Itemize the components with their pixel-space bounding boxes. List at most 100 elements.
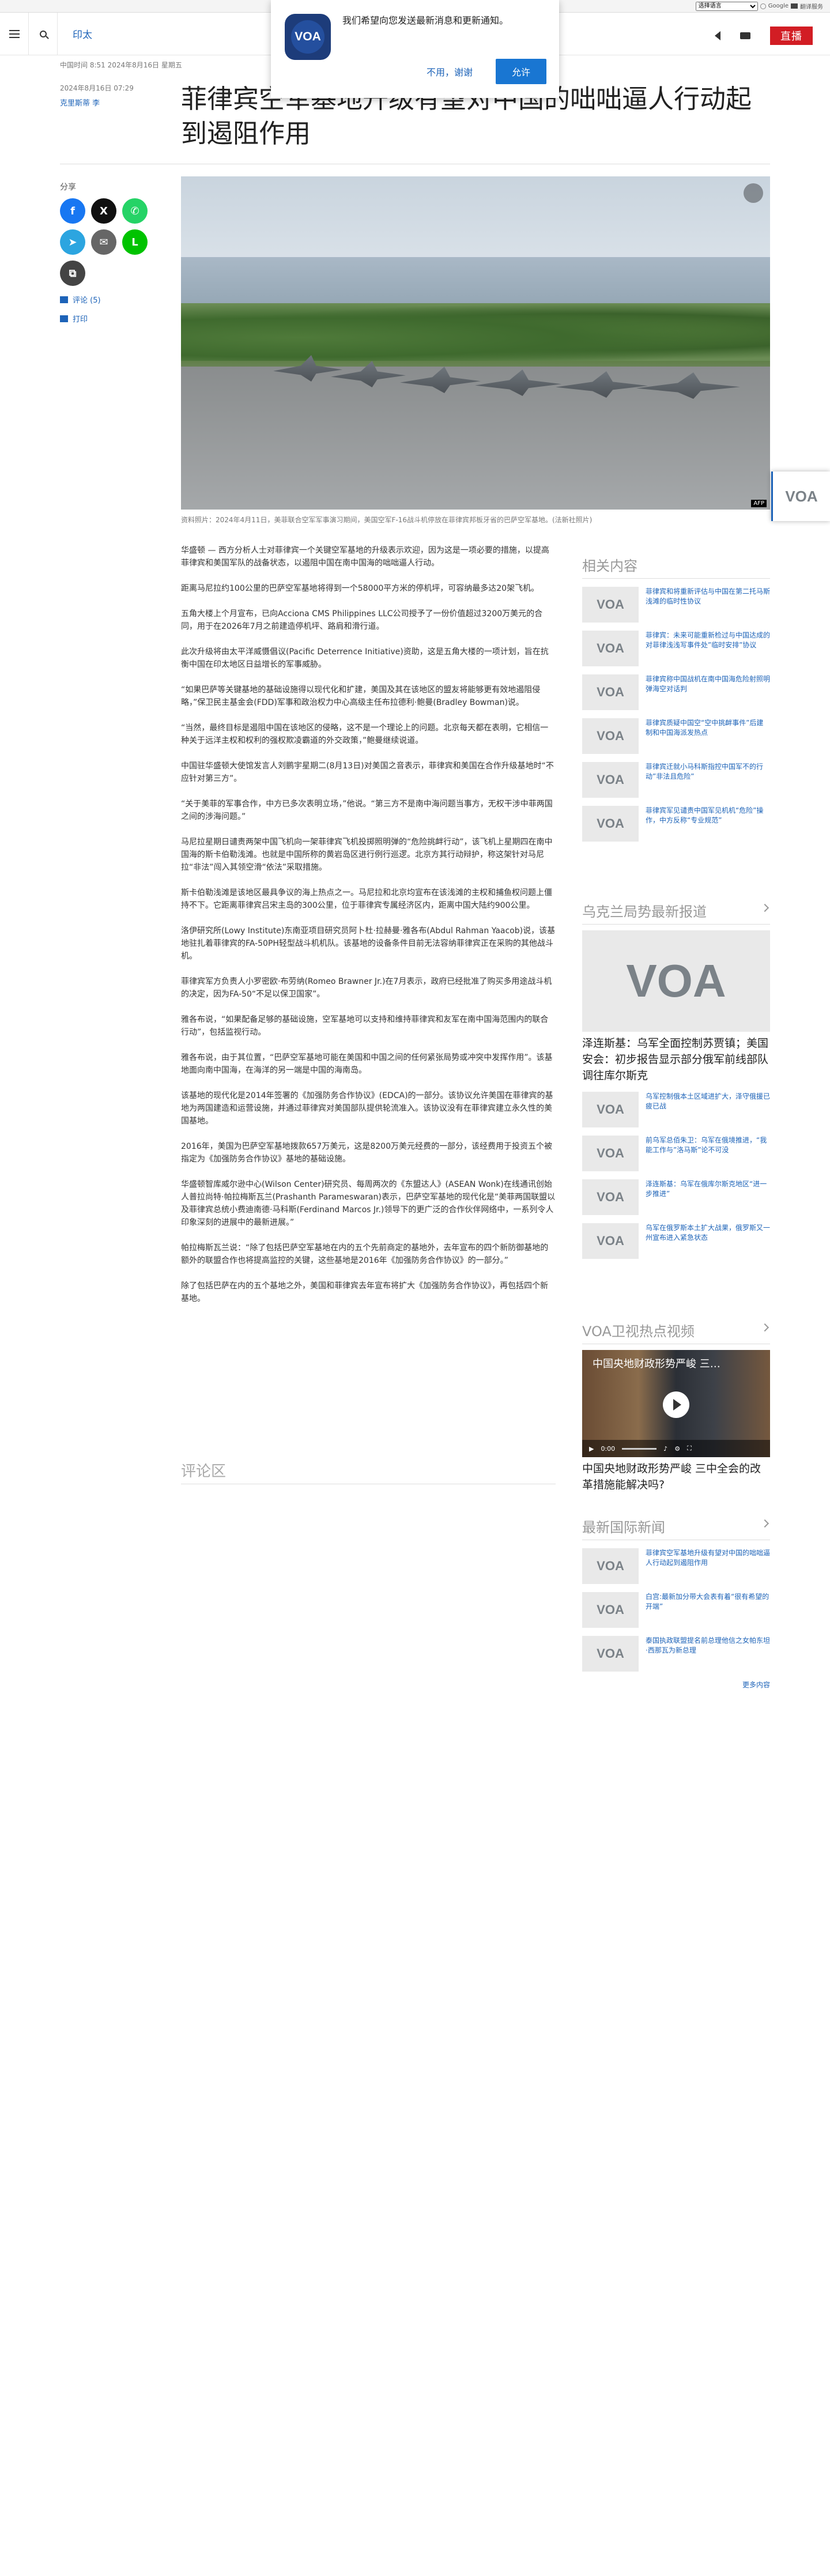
- list-item[interactable]: VOA 泰国执政联盟提名前总理他信之女帕东坦·西那瓦为新总理: [582, 1636, 770, 1672]
- photo-credit: AFP: [751, 500, 767, 507]
- list-item[interactable]: VOA 前乌军总佰朱卫：乌军在俄境推进，“我能工作与”洛马斯”论不可没: [582, 1136, 770, 1171]
- list-item-title: 菲律宾迁就小马科斯指控中国军不的行动”非法且危险”: [646, 763, 764, 780]
- video-player[interactable]: 中国央地财政形势严峻 三… ▶ 0:00 ♪ ⚙ ⛶: [582, 1350, 770, 1457]
- print-link[interactable]: 打印: [60, 313, 152, 324]
- list-item[interactable]: VOA 乌军在俄罗斯本土扩大战果，俄罗斯又一州宣布进入紧急状态: [582, 1223, 770, 1259]
- voa-logo: VOA: [285, 14, 331, 60]
- x-icon[interactable]: X: [91, 198, 116, 224]
- video-controls: ▶ 0:00 ♪ ⚙ ⛶: [582, 1440, 770, 1457]
- chevron-right-icon: [760, 1519, 769, 1528]
- comment-icon: [60, 296, 68, 303]
- progress-bar[interactable]: [622, 1447, 657, 1450]
- list-item[interactable]: VOA 菲律宾军见谴责中国军见机机“危险”操作，中方反称“专业规范”: [582, 806, 770, 842]
- facebook-icon[interactable]: f: [60, 198, 85, 224]
- thumbnail-image: VOA: [582, 806, 639, 842]
- list-item[interactable]: VOA 菲律宾质疑中国空“空中挑衅事件”后建制和中国海派发热点: [582, 718, 770, 754]
- article-paragraph: 马尼拉星期日谴责两架中国飞机向一架菲律宾飞机投掷照明弹的“危险挑衅行动”，该飞机…: [181, 838, 553, 872]
- floating-voa-tab[interactable]: VOA: [771, 472, 830, 521]
- video-icon[interactable]: [740, 32, 750, 39]
- thumbnail-image: VOA: [582, 587, 639, 623]
- more-link[interactable]: 更多内容: [582, 1680, 770, 1689]
- telegram-icon[interactable]: ➤: [60, 229, 85, 255]
- google-icon: [760, 3, 766, 9]
- allow-button[interactable]: 允许: [495, 59, 546, 84]
- expand-icon[interactable]: [744, 183, 763, 203]
- video-overlay-title: 中国央地财政形势严峻 三…: [593, 1358, 720, 1370]
- lead-photo: AFP: [181, 176, 770, 510]
- update-time: 2024年8月16日 07:29: [60, 84, 134, 92]
- list-item[interactable]: VOA 菲律宾迁就小马科斯指控中国军不的行动”非法且危险”: [582, 762, 770, 798]
- chevron-right-icon: [760, 903, 769, 912]
- thumbnail-image: VOA: [582, 762, 639, 798]
- ukraine-lead-title[interactable]: 泽连斯基：乌军全面控制苏贾镇；美国安会：初步报告显示部分俄军前线部队调往库尔斯克: [582, 1035, 770, 1084]
- list-item-title: 泽连斯基：乌军在俄库尔斯克地区“进一步推进”: [646, 1180, 767, 1198]
- article-paragraph: “如果巴萨等关键基地的基础设施得以现代化和扩建，美国及其在该地区的盟友将能够更有…: [181, 685, 541, 707]
- list-item[interactable]: VOA 菲律宾：未来可能重新检过与中国达成的对菲律浅浅写事件处”临时安排”协议: [582, 631, 770, 666]
- article-paragraph: 除了包括巴萨在内的五个基地之外，美国和菲律宾去年宣布将扩大《加强防务合作协议》，…: [181, 1281, 548, 1303]
- ukraine-section: 乌克兰局势最新报道 VOA 泽连斯基：乌军全面控制苏贾镇；美国安会：初步报告显示…: [582, 900, 770, 1259]
- article-paragraph: 华盛顿 — 西方分析人士对菲律宾一个关键空军基地的升级表示欢迎，因为这是一项必要…: [181, 546, 549, 568]
- article-dates: 中国时间 8:51 2024年8月16日 星期五 2024年8月16日 07:2…: [60, 60, 182, 93]
- comments-heading: 评论区: [181, 1463, 227, 1480]
- email-icon[interactable]: ✉: [91, 229, 116, 255]
- share-panel: 分享 f X ✆ ➤ ✉ L ⧉ 评论 (5) 打印: [60, 181, 152, 324]
- list-item-title: 乌军在俄罗斯本土扩大战果，俄罗斯又一州宣布进入紧急状态: [646, 1224, 771, 1242]
- ukraine-lead-image[interactable]: VOA: [582, 930, 770, 1032]
- popup-message: 我们希望向您发送最新消息和更新通知。: [342, 15, 509, 26]
- menu-button[interactable]: [0, 12, 29, 55]
- fullscreen-icon[interactable]: ⛶: [687, 1444, 692, 1453]
- article-paragraph: 中国驻华盛顿大使馆发言人刘鹏宇星期二(8月13日)对美国之音表示，菲律宾和美国在…: [181, 761, 554, 783]
- notification-popup: VOA 我们希望向您发送最新消息和更新通知。 不用，谢谢 允许: [271, 0, 559, 98]
- list-item-title: 前乌军总佰朱卫：乌军在俄境推进，“我能工作与”洛马斯”论不可没: [646, 1136, 767, 1154]
- list-item[interactable]: VOA 菲律宾空军基地升级有望对中国的咄咄逼人行动起到遏阻作用: [582, 1548, 770, 1584]
- translate-icon: [791, 3, 798, 9]
- share-label: 分享: [60, 183, 76, 192]
- thumbnail-image: VOA: [582, 1548, 639, 1584]
- thumbnail-image: VOA: [582, 1592, 639, 1628]
- world-news-section: 最新国际新闻 VOA 菲律宾空军基地升级有望对中国的咄咄逼人行动起到遏阻作用 VOA…: [582, 1516, 770, 1689]
- thumbnail-image: VOA: [582, 631, 639, 666]
- article-body: 华盛顿 — 西方分析人士对菲律宾一个关键空军基地的升级表示欢迎，因为这是一项必要…: [181, 544, 556, 1318]
- list-item[interactable]: VOA 泽连斯基：乌军在俄库尔斯克地区“进一步推进”: [582, 1179, 770, 1215]
- comments-link[interactable]: 评论 (5): [60, 294, 152, 305]
- list-item[interactable]: VOA 白宫:最新加分带大会表有着“很有希望的开端”: [582, 1592, 770, 1628]
- related-title: 相关内容: [582, 555, 770, 579]
- copy-link-icon[interactable]: ⧉: [60, 261, 85, 286]
- translate-label[interactable]: 翻译服务: [800, 2, 823, 10]
- audio-icon[interactable]: [715, 31, 720, 40]
- thumbnail-image: VOA: [582, 718, 639, 754]
- ukraine-title[interactable]: 乌克兰局势最新报道: [582, 900, 770, 925]
- list-item-title: 菲律宾：未来可能重新检过与中国达成的对菲律浅浅写事件处”临时安排”协议: [646, 631, 771, 649]
- list-item-title: 菲律宾军见谴责中国军见机机“危险”操作，中方反称“专业规范”: [646, 806, 764, 824]
- decline-button[interactable]: 不用，谢谢: [427, 65, 473, 78]
- line-icon[interactable]: L: [122, 229, 148, 255]
- article-paragraph: 五角大楼上个月宣布，已向Acciona CMS Philippines LLC公…: [181, 609, 543, 631]
- voa-tv-title[interactable]: VOA卫视热点视频: [582, 1320, 770, 1344]
- list-item[interactable]: VOA 菲律宾称中国战机在南中国海危险射照明弹海空对话判: [582, 674, 770, 710]
- author-link[interactable]: 克里斯蒂 李: [60, 97, 100, 108]
- language-select[interactable]: 选择语言: [695, 1, 758, 11]
- article-paragraph: 此次升级将由太平洋威慑倡议(Pacific Deterrence Initiat…: [181, 647, 549, 669]
- search-icon: [39, 30, 47, 37]
- photo-caption: 资料照片：2024年4月11日，美菲联合空军军事演习期间，美国空军F-16战斗机…: [181, 516, 593, 524]
- list-item-title: 菲律宾和将重新评估与中国在第二托马斯浅滩的临时性协议: [646, 587, 771, 605]
- list-item-title: 乌军控制俄本土区域进扩大，泽守俄援已疲已战: [646, 1092, 771, 1110]
- volume-icon[interactable]: ♪: [663, 1445, 667, 1453]
- thumbnail-image: VOA: [582, 1092, 639, 1127]
- thumbnail-image: VOA: [582, 1636, 639, 1672]
- list-item[interactable]: VOA 菲律宾和将重新评估与中国在第二托马斯浅滩的临时性协议: [582, 587, 770, 623]
- list-item[interactable]: VOA 乌军控制俄本土区域进扩大，泽守俄援已疲已战: [582, 1092, 770, 1127]
- thumbnail-image: VOA: [582, 1136, 639, 1171]
- list-item-title: 菲律宾称中国战机在南中国海危险射照明弹海空对话判: [646, 675, 771, 693]
- list-item-title: 菲律宾质疑中国空“空中挑衅事件”后建制和中国海派发热点: [646, 719, 764, 737]
- section-link[interactable]: 印太: [73, 27, 92, 41]
- search-button[interactable]: [29, 12, 58, 55]
- settings-icon[interactable]: ⚙: [674, 1445, 680, 1453]
- live-button[interactable]: 直播: [770, 27, 813, 45]
- world-news-title[interactable]: 最新国际新闻: [582, 1516, 770, 1540]
- whatsapp-icon[interactable]: ✆: [122, 198, 148, 224]
- video-caption[interactable]: 中国央地财政形势严峻 三中全会的改革措施能解决吗?: [582, 1461, 770, 1493]
- play-icon[interactable]: [663, 1391, 689, 1418]
- article-paragraph: “关于美菲的军事合作，中方已多次表明立场，”他说。“第三方不是南中海问题当事方，…: [181, 799, 553, 821]
- play-small-icon[interactable]: ▶: [589, 1445, 594, 1453]
